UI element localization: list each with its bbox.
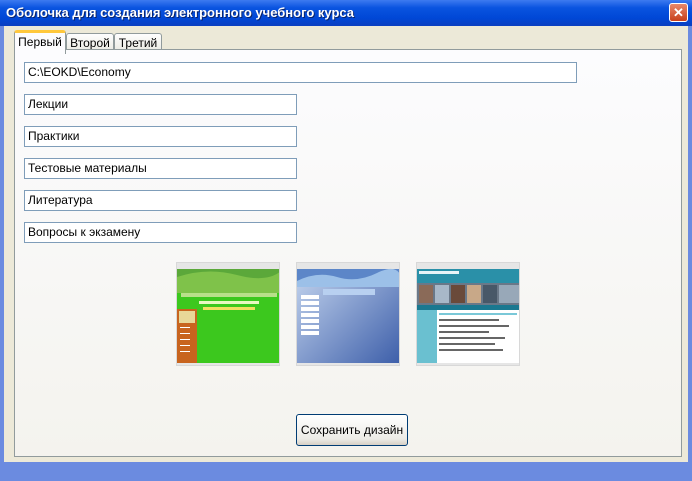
window-bottom-border: [0, 462, 692, 481]
path-field[interactable]: C:\EOKD\Economy: [24, 62, 577, 83]
design-thumbnail-photo[interactable]: [416, 262, 520, 366]
tab-first[interactable]: Первый: [14, 30, 66, 54]
blue-design-image: [297, 263, 399, 365]
green-design-image: [177, 263, 279, 365]
exam-questions-field[interactable]: Вопросы к экзамену: [24, 222, 297, 243]
app-window: Оболочка для создания электронного учебн…: [0, 0, 692, 481]
tests-field[interactable]: Тестовые материалы: [24, 158, 297, 179]
close-icon[interactable]: ✕: [669, 3, 688, 22]
practices-field[interactable]: Практики: [24, 126, 297, 147]
lectures-field[interactable]: Лекции: [24, 94, 297, 115]
literature-field[interactable]: Литература: [24, 190, 297, 211]
photo-design-image: [417, 263, 519, 365]
design-thumbnail-green[interactable]: [176, 262, 280, 366]
window-title: Оболочка для создания электронного учебн…: [6, 5, 354, 20]
save-design-button[interactable]: Сохранить дизайн: [296, 414, 408, 446]
design-thumbnail-blue[interactable]: [296, 262, 400, 366]
title-bar: Оболочка для создания электронного учебн…: [0, 0, 692, 26]
